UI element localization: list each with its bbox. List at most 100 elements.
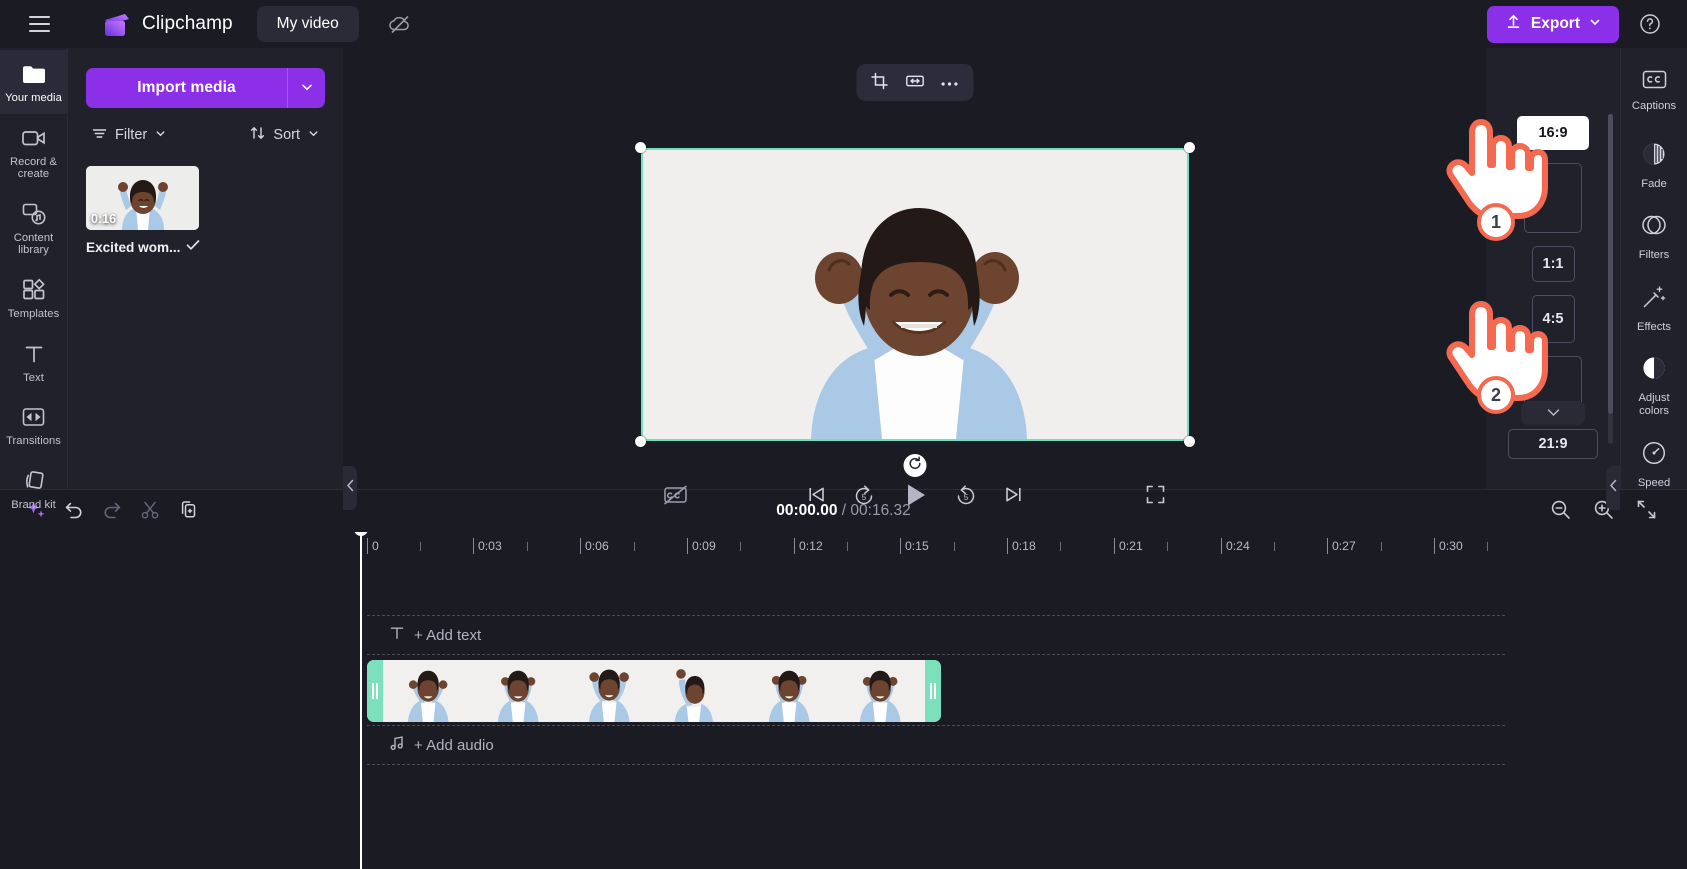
tool-item-effects[interactable]: Effects <box>1621 272 1687 344</box>
trim-handle-right[interactable] <box>925 660 941 722</box>
sidebar-item-label: Templates <box>7 307 60 320</box>
skip-to-end-button[interactable] <box>1003 484 1024 508</box>
cloud-offline-icon[interactable] <box>385 9 415 39</box>
add-audio-row[interactable]: + Add audio <box>367 726 1505 764</box>
tool-item-label: Speed <box>1637 476 1671 489</box>
tool-item-adjust-colors[interactable]: Adjust colors <box>1621 343 1687 427</box>
tool-item-filters[interactable]: Filters <box>1621 200 1687 272</box>
playhead[interactable] <box>354 532 368 869</box>
timecode-display: 00:00.00 / 00:16.32 <box>776 502 910 520</box>
redo-button[interactable] <box>102 500 122 523</box>
zoom-out-button[interactable] <box>1550 499 1571 523</box>
aspect-ratio-16-9-option[interactable]: 16:9 <box>1517 116 1589 150</box>
annotation-badge-2: 2 <box>1477 376 1515 414</box>
trim-handle-left[interactable] <box>367 660 383 722</box>
clipchamp-app: Clipchamp My video Export Your media Rec… <box>0 0 1687 869</box>
export-button[interactable]: Export <box>1486 5 1619 43</box>
audio-track[interactable]: + Add audio <box>367 725 1505 765</box>
filter-lines-icon <box>92 127 107 144</box>
resize-handle-bottom-left[interactable] <box>634 436 646 447</box>
sidebar-item-content-library[interactable]: Content library <box>0 190 67 266</box>
ruler-label: 0:24 <box>1226 539 1250 553</box>
import-media-dropdown-button[interactable] <box>287 68 325 108</box>
collapse-right-panel-button[interactable] <box>1606 466 1620 510</box>
duplicate-button[interactable] <box>178 500 198 523</box>
resize-handle-bottom-right[interactable] <box>1183 436 1195 447</box>
right-tool-rail: Captions Fade Filters Effects Adjust col… <box>1620 48 1687 489</box>
aspect-ratio-4-5-option[interactable]: 4:5 <box>1531 295 1575 343</box>
text-t-icon <box>389 625 405 645</box>
add-text-row[interactable]: + Add text <box>367 616 1505 654</box>
chevron-down-icon <box>308 127 319 143</box>
more-options-button[interactable] <box>934 68 965 97</box>
aspect-panel-scrollbar[interactable] <box>1608 114 1613 444</box>
content-library-icon <box>21 201 47 227</box>
text-track[interactable]: + Add text <box>367 615 1505 655</box>
ruler-label: 0 <box>372 539 379 553</box>
duplicate-icon <box>178 500 198 523</box>
fit-button[interactable] <box>899 68 930 97</box>
filter-button[interactable]: Filter <box>92 126 166 144</box>
sidebar-item-brand-kit[interactable]: Brand kit <box>0 457 67 521</box>
crop-button[interactable] <box>864 68 895 97</box>
ruler-label: 0:06 <box>585 539 609 553</box>
tool-item-captions[interactable]: Captions <box>1621 58 1687 123</box>
upload-icon <box>1505 13 1522 35</box>
undo-button[interactable] <box>64 500 84 523</box>
current-time: 00:00.00 <box>776 502 838 519</box>
ruler-label: 0:27 <box>1332 539 1356 553</box>
more-dots-icon <box>941 75 959 90</box>
aspect-ratio-9-16-option[interactable] <box>1524 163 1582 233</box>
clip-filmstrip <box>383 660 925 722</box>
adjust-colors-icon <box>1641 355 1667 386</box>
project-title-tab[interactable]: My video <box>256 6 359 42</box>
aspect-ratio-1-1-option[interactable]: 1:1 <box>1531 246 1575 282</box>
chevron-left-icon <box>1609 479 1618 497</box>
clip-frame <box>473 660 564 722</box>
sidebar-item-transitions[interactable]: Transitions <box>0 393 67 457</box>
closed-captions-icon <box>1642 70 1667 94</box>
sidebar-item-your-media[interactable]: Your media <box>0 50 67 114</box>
chevron-left-icon <box>346 479 355 497</box>
fullscreen-button[interactable] <box>1145 484 1166 508</box>
preview-holder <box>343 142 1486 477</box>
sidebar-item-record-create[interactable]: Record & create <box>0 114 67 190</box>
aspect-ratio-21-9-option[interactable]: 21:9 <box>1508 429 1598 459</box>
ruler-label: 0:30 <box>1439 539 1463 553</box>
clip-frame <box>383 660 474 722</box>
ruler-label: 0:21 <box>1119 539 1143 553</box>
tool-item-fade[interactable]: Fade <box>1621 129 1687 201</box>
fit-timeline-button[interactable] <box>1636 499 1657 523</box>
sidebar-item-label: Brand kit <box>11 498 56 511</box>
timeline-area: 00:00.00 / 00:16.32 0 0:03 0:06 0:09 0:1… <box>0 489 1687 869</box>
redo-icon <box>102 500 122 523</box>
templates-grid-icon <box>22 277 46 303</box>
sort-arrows-icon <box>250 126 265 144</box>
split-button[interactable] <box>140 500 160 523</box>
timeline-ruler[interactable]: 0 0:03 0:06 0:09 0:12 0:15 0:18 0:21 0:2… <box>0 532 1687 562</box>
help-question-icon[interactable] <box>1633 7 1667 41</box>
hamburger-menu-icon[interactable] <box>22 7 56 41</box>
add-audio-label: + Add audio <box>414 736 494 754</box>
collapse-left-panel-button[interactable] <box>343 466 357 510</box>
media-items-grid: 0:16 Excited wom... <box>86 166 325 256</box>
video-clip[interactable] <box>367 660 941 722</box>
media-item-card[interactable]: 0:16 Excited wom... <box>86 166 200 256</box>
tool-item-speed[interactable]: Speed <box>1621 428 1687 500</box>
preview-float-toolbar <box>856 64 973 101</box>
clip-frame <box>744 660 835 722</box>
ruler-label: 0:03 <box>478 539 502 553</box>
clipchamp-logo-icon <box>102 11 131 38</box>
captions-toggle-button[interactable] <box>663 484 688 508</box>
forward-5-button[interactable]: 5 <box>955 484 977 509</box>
sidebar-item-text[interactable]: Text <box>0 330 67 394</box>
collapse-aspect-panel-button[interactable] <box>1521 401 1585 425</box>
sidebar-item-templates[interactable]: Templates <box>0 266 67 330</box>
video-preview[interactable] <box>640 148 1189 441</box>
sort-button[interactable]: Sort <box>250 126 319 144</box>
ruler-label: 0:09 <box>692 539 716 553</box>
resize-handle-top-left[interactable] <box>634 142 646 153</box>
resize-handle-top-right[interactable] <box>1183 142 1195 153</box>
brand-logo: Clipchamp <box>102 11 233 38</box>
import-media-button[interactable]: Import media <box>86 68 287 108</box>
